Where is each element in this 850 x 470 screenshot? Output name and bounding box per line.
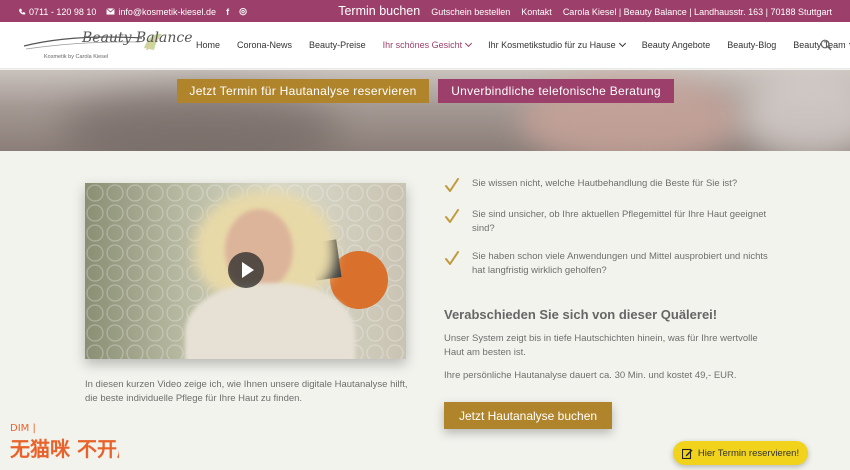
check-item: Sie wissen nicht, welche Hautbehandlung … [444,177,774,194]
nav-item-label: Ihr Kosmetikstudio für zu Hause [488,40,616,50]
nav-item-label: Corona-News [237,40,293,50]
nav-item-ihr-kosmetikstudio-für-zu-hause[interactable]: Ihr Kosmetikstudio für zu Hause [488,39,626,50]
price-info: Ihre persönliche Hautanalyse dauert ca. … [444,370,737,381]
video-caption: In diesen kurzen Video zeige ich, wie Ih… [85,379,408,404]
play-button[interactable] [228,252,264,288]
nav-item-label: Beauty-Blog [727,40,777,50]
top-links: Termin buchen Gutschein bestellen Kontak… [338,4,832,18]
check-item: Sie sind unsicher, ob Ihre aktuellen Pfl… [444,208,774,236]
nav-item-beauty-angebote[interactable]: Beauty Angebote [642,40,711,50]
facebook-icon[interactable]: f [226,7,229,17]
nav-item-corona-news[interactable]: Corona-News [237,40,292,50]
checkmark-icon [445,178,459,192]
hero-banner: Jetzt Termin für Hautanalyse reservieren… [0,70,850,151]
logo[interactable]: Beauty Balance Kosmetik by Carola Kiesel [22,28,193,64]
nav-item-home[interactable]: Home [196,40,220,50]
nav-item-label: Beauty-Preise [309,40,366,50]
nav-item-beauty-preise[interactable]: Beauty-Preise [309,40,366,50]
check-item-text: Sie haben schon viele Anwendungen und Mi… [472,251,768,276]
watermark-text: 无猫咪 不开店 [10,437,119,461]
email-link[interactable]: info@kosmetik-kiesel.de [106,7,216,17]
telefonische-beratung-button[interactable]: Unverbindliche telefonische Beratung [438,79,674,103]
check-item-text: Sie wissen nicht, welche Hautbehandlung … [472,178,738,189]
chevron-down-icon [465,39,473,48]
phone-link[interactable]: 0711 - 120 98 10 [18,7,96,17]
gutschein-link[interactable]: Gutschein bestellen [431,7,510,17]
edit-icon [681,448,693,459]
checkmark-icon [445,209,459,223]
section-heading: Verabschieden Sie sich von dieser Quäler… [444,307,718,322]
nav-item-label: Ihr schönes Gesicht [382,40,463,50]
watermark-top: DIM | [10,423,36,434]
hero-bg-shape [740,70,850,151]
pain-points-list: Sie wissen nicht, welche Hautbehandlung … [444,177,774,292]
checkmark-icon [445,251,459,265]
phone-text: 0711 - 120 98 10 [29,6,97,17]
nav-item-label: Home [196,40,221,50]
email-icon [106,8,116,15]
top-bar: 0711 - 120 98 10 info@kosmetik-kiesel.de… [0,0,850,22]
termin-reservieren-button[interactable]: Jetzt Termin für Hautanalyse reservieren [177,79,429,103]
check-item: Sie haben schon viele Anwendungen und Mi… [444,250,774,278]
logo-tagline: Kosmetik by Carola Kiesel [44,54,109,60]
address-text: Carola Kiesel | Beauty Balance | Landhau… [562,7,832,17]
main-nav: Home Corona-News Beauty-Preise Ihr schönes … [196,39,850,50]
check-item-text: Sie sind unsicher, ob Ihre aktuellen Pfl… [472,209,767,234]
nav-item-ihr-schönes-gesicht[interactable]: Ihr schönes Gesicht [382,39,473,50]
video-player[interactable] [85,183,406,359]
search-icon[interactable] [820,39,832,51]
phone-icon [19,8,26,15]
kontakt-link[interactable]: Kontakt [521,7,552,17]
instagram-icon[interactable]: ◎ [239,6,247,17]
contact-info: 0711 - 120 98 10 info@kosmetik-kiesel.de… [18,6,247,17]
system-description: Unser System zeigt bis in tiefe Hautschi… [444,333,758,358]
nav-item-label: Beauty Angebote [641,40,711,50]
hautanalyse-buchen-button[interactable]: Jetzt Hautanalyse buchen [444,402,612,429]
termin-buchen-link[interactable]: Termin buchen [338,4,420,18]
chevron-down-icon [618,39,626,48]
play-icon [242,262,254,278]
watermark-logo-mark: DIM | 无猫咪 不开店 [10,423,137,461]
floating-button-label: Hier Termin reservieren! [697,447,800,459]
email-text: info@kosmetik-kiesel.de [118,6,217,17]
termin-reservieren-floating-button[interactable]: Hier Termin reservieren! [673,441,808,465]
watermark-logo: DIM | 无猫咪 不开店 [9,418,137,464]
logo-wordmark: Beauty Balance [82,30,193,46]
nav-item-beauty-blog[interactable]: Beauty-Blog [727,40,776,50]
main-header: Beauty Balance Kosmetik by Carola Kiesel… [0,22,850,69]
